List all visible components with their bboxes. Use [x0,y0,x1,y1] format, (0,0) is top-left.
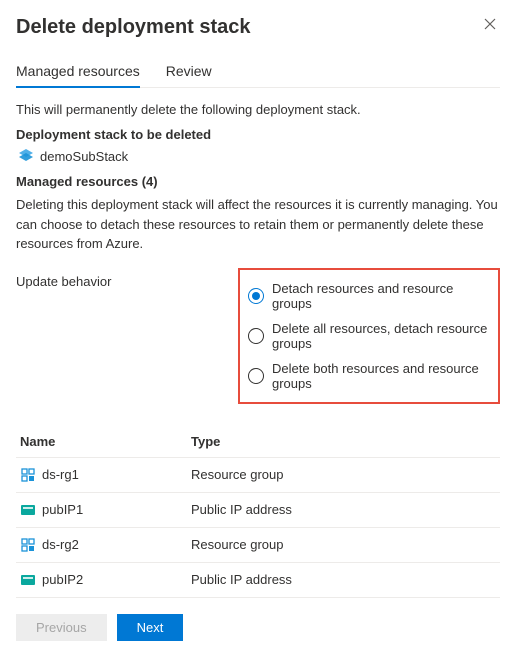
resource-group-icon [20,467,36,483]
update-behavior-options: Detach resources and resource groups Del… [238,268,500,404]
resource-name: pubIP2 [42,572,83,587]
resource-name: ds-rg1 [42,467,79,482]
resource-type: Public IP address [191,502,500,517]
radio-icon [248,328,264,344]
previous-button[interactable]: Previous [16,614,107,641]
stack-name: demoSubStack [40,149,128,164]
stack-icon [18,148,34,164]
radio-label: Delete all resources, detach resource gr… [272,321,490,351]
radio-icon [248,368,264,384]
column-header-type[interactable]: Type [191,434,500,449]
public-ip-icon [20,502,36,518]
resource-name: ds-rg2 [42,537,79,552]
update-behavior-label: Update behavior [16,268,238,289]
resource-type: Resource group [191,537,500,552]
public-ip-icon [20,572,36,588]
table-row[interactable]: ds-rg1 Resource group [16,458,500,493]
resource-type: Public IP address [191,572,500,587]
close-icon [484,18,496,30]
resource-group-icon [20,537,36,553]
footer-buttons: Previous Next [16,614,500,641]
table-header: Name Type [16,426,500,458]
radio-delete-resources-detach-groups[interactable]: Delete all resources, detach resource gr… [248,316,490,356]
managed-description: Deleting this deployment stack will affe… [16,195,500,254]
delete-deployment-stack-panel: Delete deployment stack Managed resource… [0,0,518,653]
table-row[interactable]: pubIP2 Public IP address [16,563,500,598]
resource-name: pubIP1 [42,502,83,517]
tab-bar: Managed resources Review [16,57,500,88]
managed-heading: Managed resources (4) [16,174,500,189]
stack-heading: Deployment stack to be deleted [16,127,500,142]
tab-managed-resources[interactable]: Managed resources [16,57,140,87]
stack-item: demoSubStack [18,148,500,164]
panel-header: Delete deployment stack [16,16,500,57]
radio-delete-both[interactable]: Delete both resources and resource group… [248,356,490,396]
next-button[interactable]: Next [117,614,184,641]
column-header-name[interactable]: Name [16,434,191,449]
radio-label: Detach resources and resource groups [272,281,490,311]
radio-label: Delete both resources and resource group… [272,361,490,391]
radio-detach-resources[interactable]: Detach resources and resource groups [248,276,490,316]
intro-text: This will permanently delete the followi… [16,102,500,117]
resources-table: Name Type ds-rg1 Resource group pubIP1 P… [16,426,500,598]
radio-icon [248,288,264,304]
table-row[interactable]: pubIP1 Public IP address [16,493,500,528]
update-behavior-row: Update behavior Detach resources and res… [16,268,500,404]
close-button[interactable] [480,16,500,36]
table-row[interactable]: ds-rg2 Resource group [16,528,500,563]
panel-title: Delete deployment stack [16,16,251,39]
resource-type: Resource group [191,467,500,482]
tab-review[interactable]: Review [166,57,212,87]
